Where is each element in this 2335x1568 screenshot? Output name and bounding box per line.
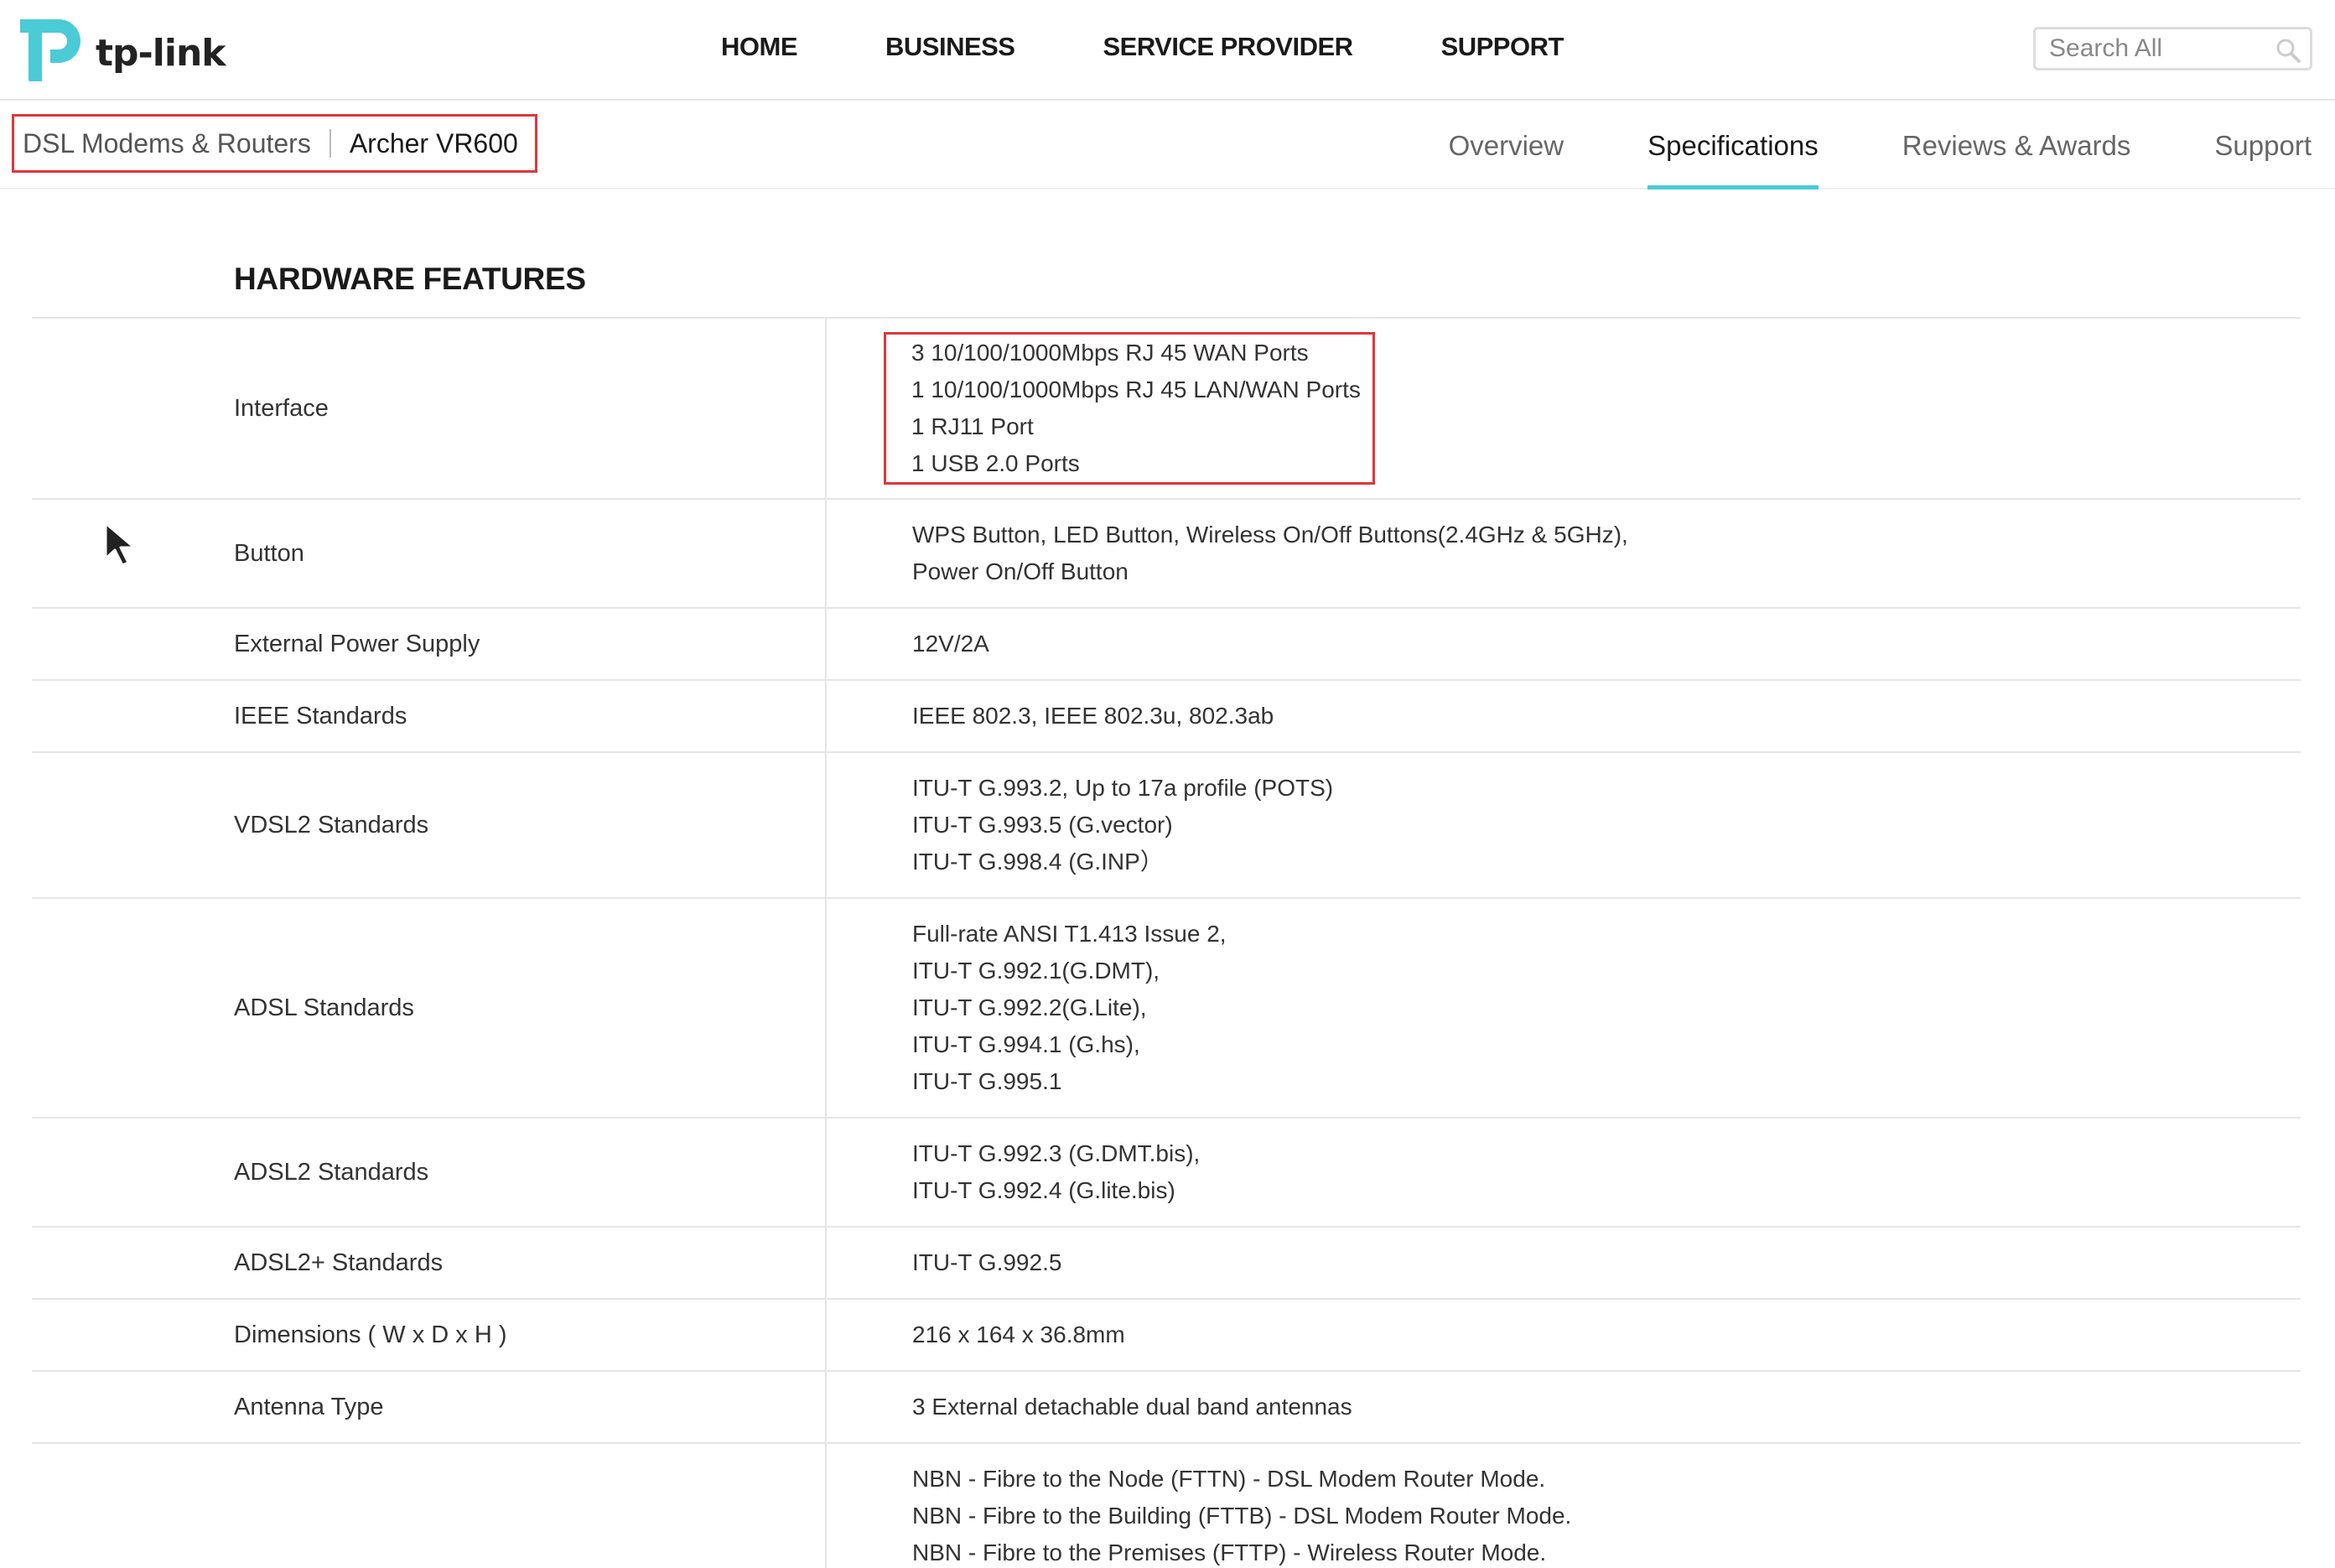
spec-value-line: NBN - Fibre to the Building (FTTB) - DSL…: [912, 1503, 1572, 1529]
breadcrumb-separator: [329, 129, 331, 158]
nav-service-provider[interactable]: SERVICE PROVIDER: [1103, 32, 1353, 62]
search-icon[interactable]: [2275, 37, 2301, 64]
spec-values: ITU-T G.992.3 (G.DMT.bis), ITU-T G.992.4 …: [827, 1119, 2301, 1226]
spec-row: ADSL2+ Standards ITU-T G.992.5: [32, 1228, 2301, 1300]
spec-row: VDSL2 Standards ITU-T G.993.2, Up to 17a …: [32, 753, 2301, 899]
spec-value-line: ITU-T G.992.5: [912, 1249, 1062, 1275]
spec-label: Button: [32, 500, 827, 607]
spec-row: Dimensions ( W x D x H ) 216 x 164 x 36.8…: [32, 1300, 2301, 1372]
spec-row: Button WPS Button, LED Button, Wireless O…: [32, 500, 2301, 609]
spec-value-line: 3 External detachable dual band antennas: [912, 1394, 1352, 1420]
tp-link-logo[interactable]: tp-link: [20, 15, 226, 86]
spec-row: Antenna Type 3 External detachable dual b…: [32, 1372, 2301, 1444]
breadcrumb: DSL Modems & Routers Archer VR600: [12, 114, 537, 173]
spec-value-line: 12V/2A: [912, 631, 989, 657]
tab-specifications[interactable]: Specifications: [1647, 102, 1819, 190]
nav-support[interactable]: SUPPORT: [1441, 32, 1564, 62]
spec-value-line: ITU-T G.995.1: [912, 1068, 1062, 1094]
spec-label: ADSL2+ Standards: [32, 1228, 827, 1298]
spec-value-line: ITU-T G.992.3 (G.DMT.bis),: [912, 1140, 1201, 1166]
spec-values: 3 10/100/1000Mbps RJ 45 WAN Ports 1 10/10…: [827, 319, 2301, 498]
spec-values: 3 External detachable dual band antennas: [827, 1372, 2301, 1442]
highlight-box: 3 10/100/1000Mbps RJ 45 WAN Ports 1 10/10…: [884, 332, 1375, 485]
spec-values: NBN - Fibre to the Node (FTTN) - DSL Mod…: [827, 1444, 2301, 1568]
spec-value-line: IEEE 802.3, IEEE 802.3u, 802.3ab: [912, 703, 1274, 729]
spec-values: 216 x 164 x 36.8mm: [827, 1300, 2301, 1370]
tab-overview[interactable]: Overview: [1449, 102, 1564, 190]
spec-label: [32, 1444, 827, 1568]
spec-value-line: ITU-T G.992.4 (G.lite.bis): [912, 1177, 1175, 1203]
spec-values: WPS Button, LED Button, Wireless On/Off …: [827, 500, 2301, 607]
spec-value-line: ITU-T G.993.2, Up to 17a profile (POTS): [912, 775, 1334, 801]
spec-value-line: ITU-T G.994.1 (G.hs),: [912, 1031, 1140, 1057]
nav-home[interactable]: HOME: [721, 32, 798, 62]
main-nav: HOME BUSINESS SERVICE PROVIDER SUPPORT: [721, 32, 1652, 62]
spec-value-line: ITU-T G.992.1(G.DMT),: [912, 958, 1160, 984]
tab-reviews-awards[interactable]: Reviews & Awards: [1902, 102, 2131, 190]
spec-values: 12V/2A: [827, 609, 2301, 679]
spec-label: IEEE Standards: [32, 681, 827, 751]
spec-value-line: 3 10/100/1000Mbps RJ 45 WAN Ports: [911, 340, 1309, 366]
spec-value-line: ITU-T G.998.4 (G.INP）: [912, 849, 1164, 875]
spec-row: ADSL2 Standards ITU-T G.992.3 (G.DMT.bis)…: [32, 1119, 2301, 1228]
logo-wordmark: tp-link: [96, 31, 226, 75]
spec-label: Antenna Type: [32, 1372, 827, 1442]
spec-label: VDSL2 Standards: [32, 753, 827, 897]
spec-row: IEEE Standards IEEE 802.3, IEEE 802.3u, 8…: [32, 681, 2301, 753]
spec-value-line: 1 USB 2.0 Ports: [911, 450, 1080, 476]
tab-support[interactable]: Support: [2214, 102, 2312, 190]
spec-value-line: ITU-T G.993.5 (G.vector): [912, 812, 1173, 838]
spec-value-line: 1 RJ11 Port: [911, 413, 1034, 439]
spec-value-line: 216 x 164 x 36.8mm: [912, 1321, 1125, 1347]
spec-row: ADSL Standards Full-rate ANSI T1.413 Issu…: [32, 899, 2301, 1119]
spec-row: NBN - Fibre to the Node (FTTN) - DSL Mod…: [32, 1444, 2301, 1568]
spec-values: ITU-T G.993.2, Up to 17a profile (POTS) I…: [827, 753, 2301, 897]
spec-value-line: NBN - Fibre to the Premises (FTTP) - Wir…: [912, 1539, 1547, 1565]
spec-value-line: 1 10/100/1000Mbps RJ 45 LAN/WAN Ports: [911, 376, 1361, 402]
spec-label: Dimensions ( W x D x H ): [32, 1300, 827, 1370]
spec-label: ADSL2 Standards: [32, 1119, 827, 1226]
spec-row: External Power Supply 12V/2A: [32, 609, 2301, 681]
spec-value-line: ITU-T G.992.2(G.Lite),: [912, 994, 1147, 1020]
spec-values: ITU-T G.992.5: [827, 1228, 2301, 1298]
breadcrumb-parent-link[interactable]: DSL Modems & Routers: [23, 128, 311, 159]
spec-label: External Power Supply: [32, 609, 827, 679]
spec-table: Interface 3 10/100/1000Mbps RJ 45 WAN Por…: [32, 317, 2301, 1568]
mouse-cursor-icon: [104, 522, 136, 567]
search-input[interactable]: [2049, 34, 2267, 63]
spec-row: Interface 3 10/100/1000Mbps RJ 45 WAN Por…: [32, 319, 2301, 500]
spec-value-line: WPS Button, LED Button, Wireless On/Off …: [912, 522, 1628, 548]
product-subheader: DSL Modems & Routers Archer VR600 Overvi…: [0, 102, 2335, 190]
product-tabs: Overview Specifications Reviews & Awards…: [1365, 102, 2312, 190]
spec-value-line: Full-rate ANSI T1.413 Issue 2,: [912, 921, 1227, 947]
nav-business[interactable]: BUSINESS: [885, 32, 1015, 62]
spec-values: Full-rate ANSI T1.413 Issue 2, ITU-T G.99…: [827, 899, 2301, 1117]
section-title: HARDWARE FEATURES: [234, 262, 586, 296]
spec-value-line: NBN - Fibre to the Node (FTTN) - DSL Mod…: [912, 1466, 1546, 1492]
spec-values: IEEE 802.3, IEEE 802.3u, 802.3ab: [827, 681, 2301, 751]
spec-label: ADSL Standards: [32, 899, 827, 1117]
spec-value-line: Power On/Off Button: [912, 558, 1129, 584]
breadcrumb-current: Archer VR600: [349, 127, 518, 158]
tp-link-logo-icon: [20, 19, 80, 81]
spec-label: Interface: [32, 319, 827, 498]
search-box: [2033, 27, 2312, 70]
site-header: tp-link HOME BUSINESS SERVICE PROVIDER S…: [0, 0, 2335, 101]
